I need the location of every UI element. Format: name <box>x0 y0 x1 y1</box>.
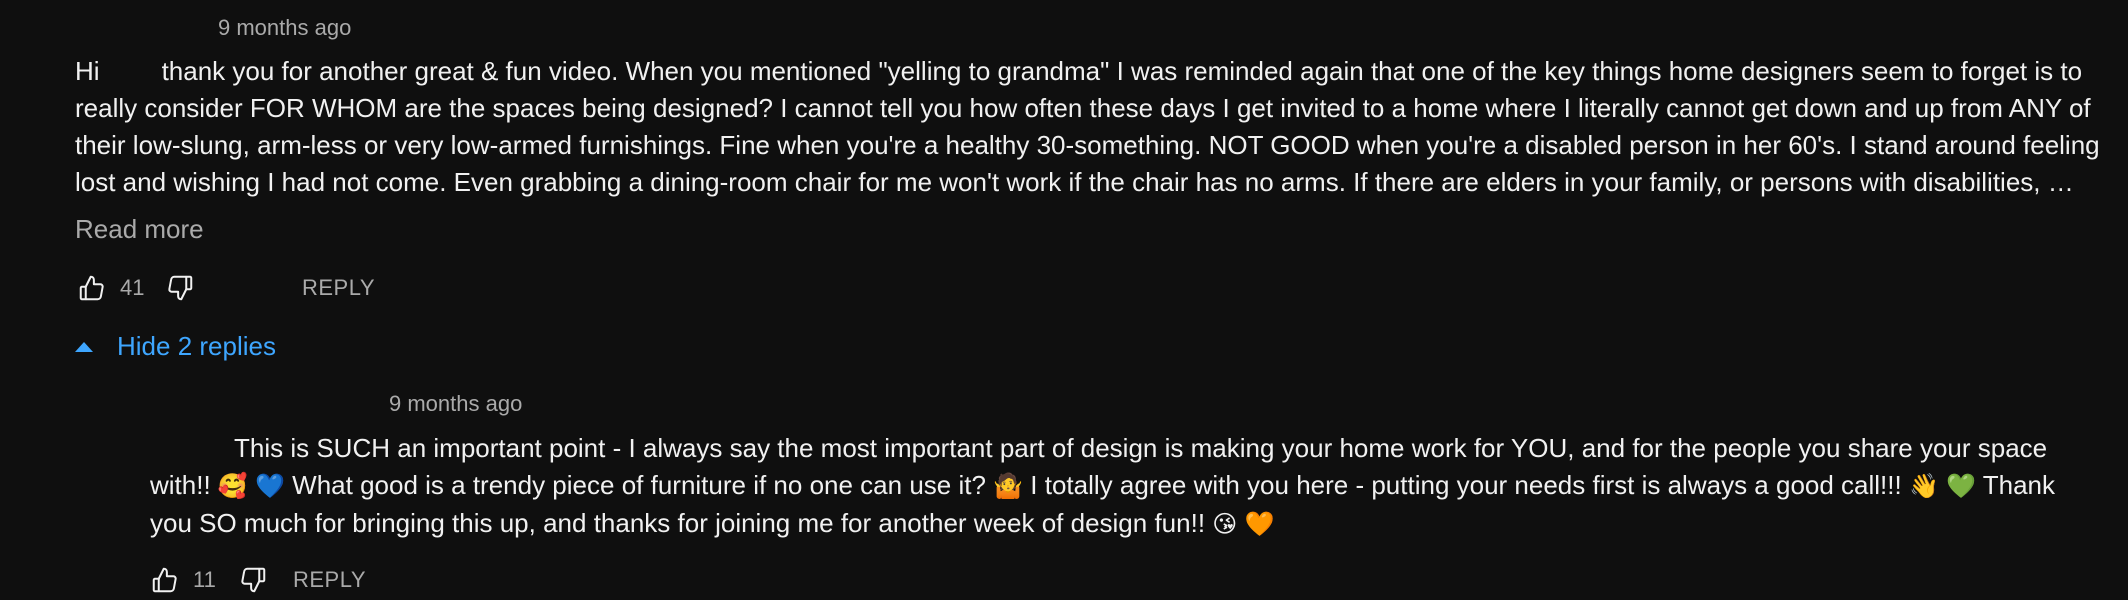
shrug-emoji: 🤷 <box>993 472 1024 500</box>
hide-replies-button[interactable]: Hide 2 replies <box>75 326 276 366</box>
caret-up-icon <box>75 340 93 352</box>
hide-replies-label: Hide 2 replies <box>117 330 276 361</box>
reply-actions: 11 REPLY <box>145 560 366 600</box>
thumbs-up-icon <box>152 567 177 593</box>
reply-button[interactable]: REPLY <box>302 275 375 301</box>
comment-body: thank you for another great & fun video.… <box>75 56 2100 197</box>
like-button[interactable] <box>72 268 112 308</box>
comment-text: Hi thank you for another great & fun vide… <box>75 53 2110 201</box>
blue-heart-emoji: 💙 <box>255 472 285 500</box>
reply-reply-button[interactable]: REPLY <box>293 567 366 593</box>
smiling-hearts-emoji: 🥰 <box>217 472 248 500</box>
reply-text: This is SUCH an important point - I alwa… <box>150 430 2090 543</box>
reply-text-part3: I totally agree with you here - putting … <box>1030 470 1902 500</box>
reply-timestamp[interactable]: 9 months ago <box>389 390 522 418</box>
reply-like-button[interactable] <box>145 560 185 600</box>
comment-actions: 41 REPLY <box>72 268 375 308</box>
comment-greeting: Hi <box>75 56 100 86</box>
read-more-button[interactable]: Read more <box>75 213 204 245</box>
orange-heart-emoji: 🧡 <box>1244 510 1275 538</box>
like-count: 41 <box>120 275 145 300</box>
reply-text-part2: What good is a trendy piece of furniture… <box>292 470 986 500</box>
thumbs-down-icon <box>168 275 193 301</box>
green-heart-emoji: 💚 <box>1946 472 1976 500</box>
reply-dislike-button[interactable] <box>233 560 273 600</box>
thumbs-down-icon <box>241 567 266 593</box>
thumbs-up-icon <box>79 275 104 301</box>
kissing-face-emoji: 😘 <box>1212 510 1238 538</box>
waving-hand-emoji: 👋 <box>1908 472 1939 500</box>
dislike-button[interactable] <box>160 268 200 308</box>
comment-timestamp[interactable]: 9 months ago <box>218 14 351 42</box>
reply-like-count: 11 <box>193 567 216 592</box>
